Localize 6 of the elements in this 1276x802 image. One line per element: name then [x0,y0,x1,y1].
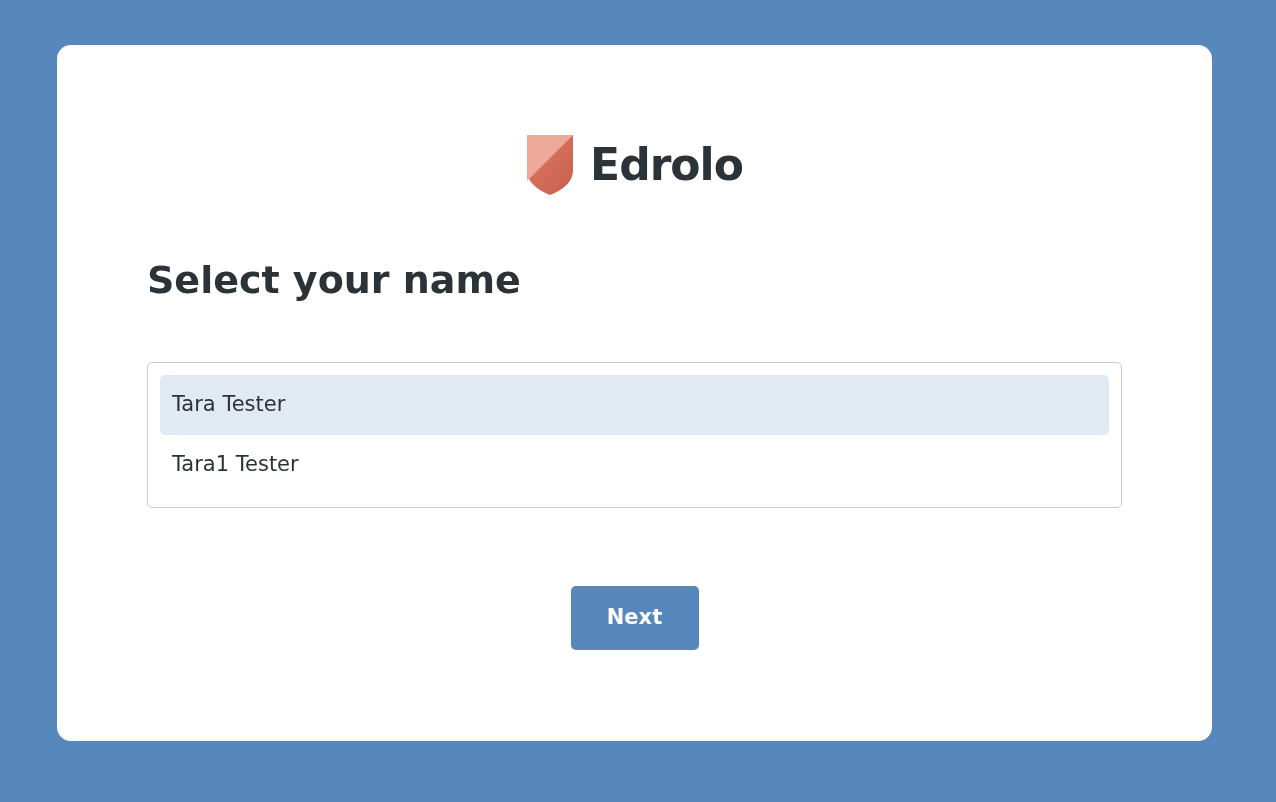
name-option[interactable]: Tara1 Tester [160,434,1109,495]
logo-text: Edrolo [590,143,743,187]
name-option[interactable]: Tara Tester [160,374,1109,435]
page-heading: Select your name [147,258,522,304]
next-button[interactable]: Next [570,585,699,650]
shield-logo-icon [526,134,575,196]
